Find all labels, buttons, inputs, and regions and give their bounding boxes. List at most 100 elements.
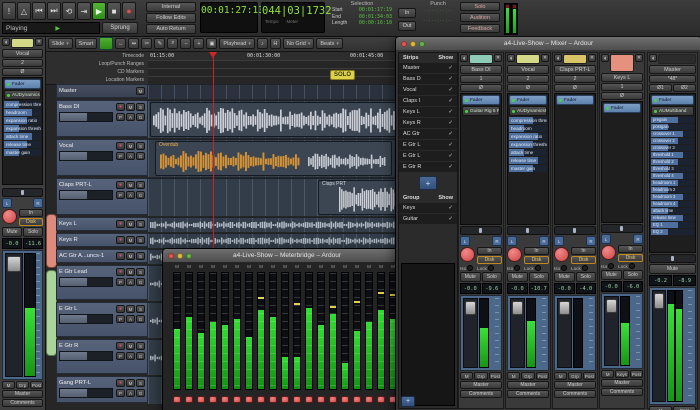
shuttle-mode-button[interactable]: Sprung	[102, 22, 138, 34]
track-name[interactable]: Keys L	[59, 221, 115, 227]
edit-tool-button[interactable]: ✂	[141, 38, 152, 49]
strip-visible-check[interactable]: ✓	[448, 131, 453, 137]
fader-processor[interactable]: Fader	[651, 95, 694, 105]
track-gain-fader[interactable]	[59, 190, 113, 200]
track-name[interactable]: Vocal	[59, 143, 115, 149]
group-list-row[interactable]: Keys ✓	[399, 203, 457, 214]
record-enable-button[interactable]	[173, 396, 181, 403]
mute-button[interactable]: Mute	[554, 272, 575, 282]
phase-button[interactable]: Ø	[601, 92, 643, 100]
pan-control[interactable]	[601, 224, 643, 233]
monitor-input-button[interactable]: In	[524, 247, 549, 255]
plugin-param-control[interactable]: compression threshold	[509, 117, 547, 124]
processor-box[interactable]: Fader	[601, 101, 643, 223]
fader-processor[interactable]: Fader	[509, 95, 547, 105]
gain-display[interactable]: -0.0	[460, 283, 481, 294]
plugin-param-control[interactable]: threshold 4	[651, 173, 694, 179]
plugin-param-control[interactable]: headroom	[4, 109, 41, 116]
gain-fader[interactable]	[652, 290, 666, 402]
record-enable-button[interactable]	[245, 396, 253, 403]
transport-button[interactable]: △	[17, 2, 31, 20]
edit-tool-button[interactable]: ↔	[115, 38, 126, 49]
narrow-strip-button[interactable]: ⏴	[460, 54, 468, 62]
group-button[interactable]: Grp	[16, 381, 29, 389]
plugin-param-control[interactable]: expansion threshold	[4, 125, 41, 132]
pan-control[interactable]	[554, 226, 596, 235]
track-gain-fader[interactable]	[59, 151, 113, 161]
track-automation-button[interactable]: A	[126, 152, 135, 160]
strip-list-row[interactable]: Bass D ✓	[399, 74, 457, 85]
record-enable-button[interactable]	[317, 396, 325, 403]
plugin-param-control[interactable]: headroom 4	[651, 201, 694, 207]
record-enable-button[interactable]	[281, 396, 289, 403]
peak-display[interactable]: -8.9	[673, 275, 696, 286]
plugin-param-control[interactable]: EQ 1	[651, 222, 694, 228]
track-mute-button[interactable]: M	[126, 220, 135, 228]
timeline-ruler[interactable]: 01:15:0000:01:30:0000:01:45:00	[148, 52, 410, 85]
ruler-row-label[interactable]: Loop/Punch Ranges	[46, 60, 148, 68]
fader-processor[interactable]: Fader	[603, 103, 641, 113]
metering-point-button[interactable]: M	[649, 406, 672, 410]
plugin-param-control[interactable]: pregain	[651, 117, 694, 123]
plugin-param-control[interactable]: attack time	[4, 133, 41, 140]
minimize-window-button[interactable]	[177, 253, 183, 259]
strip-input-button[interactable]: 2	[554, 75, 596, 83]
input-left-button[interactable]: L	[2, 198, 12, 208]
solo-lock-label[interactable]: Lock	[571, 266, 581, 271]
track-solo-button[interactable]: S	[136, 236, 145, 244]
strip-list-row[interactable]: E Gtr L ✓	[399, 140, 457, 151]
meter-position-button[interactable]: Post	[30, 381, 43, 389]
audio-region[interactable]	[150, 102, 410, 137]
track-playlist-button[interactable]: P	[116, 352, 125, 360]
ruler-row-label[interactable]: Timecode	[46, 52, 148, 60]
input-right-button[interactable]: R	[539, 236, 549, 246]
track-name[interactable]: Gang PRT-L	[59, 380, 115, 386]
plugin-param-control[interactable]: postgain	[651, 124, 694, 130]
record-enable-button[interactable]	[257, 396, 265, 403]
sync-source-button[interactable]: Internal	[146, 2, 196, 12]
track-solo-button[interactable]: S	[136, 268, 145, 276]
narrow-strip-button[interactable]: ⏴	[554, 54, 562, 62]
track-gain-fader[interactable]	[59, 351, 113, 361]
strip-name-button[interactable]: Vocal	[2, 49, 43, 58]
group-visible-check[interactable]: ✓	[448, 205, 453, 211]
track-mute-button[interactable]: M	[126, 379, 135, 387]
processor-box[interactable]: Fader AUDynamicsPro compression threshol…	[2, 77, 43, 185]
track-record-button[interactable]	[116, 220, 125, 228]
edit-tool-button[interactable]: ⌕	[167, 38, 178, 49]
plugin-param-control[interactable]: expansion ratio	[509, 133, 547, 140]
record-enable-button[interactable]	[233, 396, 241, 403]
follow-edits-toggle[interactable]: Follow Edits	[146, 13, 196, 23]
track-solo-button[interactable]: S	[136, 379, 145, 387]
track-color-chip[interactable]	[11, 38, 34, 48]
plugin-param-control[interactable]: crossover 3	[651, 145, 694, 151]
output-button[interactable]: Master	[507, 381, 549, 389]
track-solo-button[interactable]: S	[136, 142, 145, 150]
pan-control[interactable]	[2, 188, 43, 197]
input-right-button[interactable]: R	[633, 234, 643, 244]
monitor-input-button[interactable]: In	[618, 245, 643, 253]
strip-list-row[interactable]: AC Gtr ✓	[399, 129, 457, 140]
output-button[interactable]: Master	[601, 379, 643, 387]
meter-position-button[interactable]: Post	[536, 372, 549, 380]
track-name[interactable]: E Gtr L	[59, 306, 115, 312]
strip-input-button[interactable]: 1	[601, 83, 643, 91]
processor-box[interactable]: FaderAUDynamicsProcompression thresholdh…	[507, 93, 549, 225]
input-right-button[interactable]: R	[33, 198, 43, 208]
gain-display[interactable]: -0.0	[554, 283, 575, 294]
phase-button[interactable]: Ø	[2, 68, 43, 76]
comments-button[interactable]: Comments	[2, 399, 43, 407]
strip-list-row[interactable]: Vocal ✓	[399, 85, 457, 96]
track-name[interactable]: Bass DI	[59, 104, 115, 110]
track-lane[interactable]	[148, 233, 410, 248]
processor-box[interactable]: FaderGuitar Rig 5 FX	[460, 93, 502, 225]
record-enable-button[interactable]	[197, 396, 205, 403]
strip-name-button[interactable]: Keys L	[601, 73, 643, 82]
track-lane[interactable]	[148, 100, 410, 138]
strip-list-row[interactable]: E Gtr R ✓	[399, 162, 457, 173]
track-header[interactable]: Claps PRT-L M S P A G	[56, 178, 148, 215]
strip-list-row[interactable]: E Gtr L ✓	[399, 151, 457, 162]
track-record-button[interactable]	[116, 142, 125, 150]
audio-region[interactable]: Overdub	[155, 141, 392, 176]
hide-strip-button[interactable]: ✕	[494, 54, 502, 62]
